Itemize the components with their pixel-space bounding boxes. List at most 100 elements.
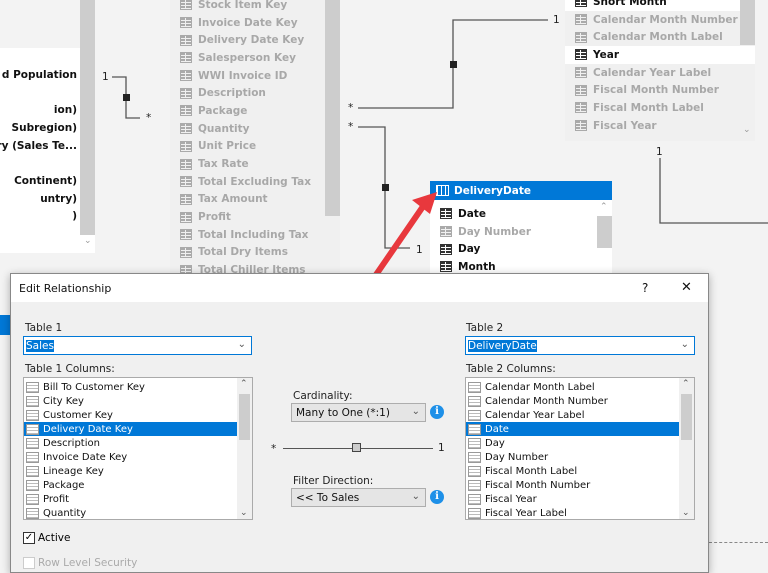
column-name: Lineage Key bbox=[43, 465, 104, 477]
column-name: Package bbox=[43, 479, 85, 491]
column-list-item[interactable]: Date bbox=[466, 422, 679, 436]
column-name: Day Number bbox=[485, 451, 549, 463]
filter-direction-icon bbox=[382, 184, 389, 191]
column-name: Fiscal Month Label bbox=[485, 465, 578, 477]
table-column-icon bbox=[26, 479, 39, 491]
column-list-item[interactable]: Fiscal Month Number bbox=[466, 478, 679, 492]
column-name: City Key bbox=[43, 395, 84, 407]
column-list-item[interactable]: Customer Key bbox=[24, 408, 237, 422]
card-one: 1 bbox=[102, 71, 109, 83]
column-list-item[interactable]: Calendar Month Number bbox=[466, 394, 679, 408]
blue-selection-edge bbox=[0, 315, 10, 335]
column-list-item[interactable]: Quantity bbox=[24, 506, 237, 519]
scroll-down-icon[interactable]: ⌄ bbox=[682, 508, 690, 518]
column-list-item[interactable]: Bill To Customer Key bbox=[24, 380, 237, 394]
scrollbar[interactable]: ⌃ ⌄ bbox=[237, 378, 252, 519]
chevron-down-icon: ⌄ bbox=[680, 339, 689, 350]
filter-direction-value: << To Sales bbox=[296, 491, 360, 504]
column-list-item[interactable]: Fiscal Year Label bbox=[466, 506, 679, 519]
table-column-icon bbox=[468, 493, 481, 505]
table-column-icon bbox=[468, 479, 481, 491]
table-column-icon bbox=[26, 465, 39, 477]
card-one: 1 bbox=[553, 14, 560, 26]
column-list-item[interactable]: Description bbox=[24, 436, 237, 450]
scroll-up-icon[interactable]: ⌃ bbox=[240, 379, 248, 389]
help-button[interactable]: ? bbox=[642, 281, 648, 295]
filter-direction-select[interactable]: << To Sales ⌄ bbox=[291, 488, 426, 507]
cardinality-select[interactable]: Many to One (*:1) ⌄ bbox=[291, 403, 426, 422]
scroll-up-icon[interactable]: ⌃ bbox=[682, 379, 690, 389]
table-column-icon bbox=[26, 507, 39, 519]
table-column-icon bbox=[468, 437, 481, 449]
column-list-item[interactable]: Fiscal Year bbox=[466, 492, 679, 506]
column-name: Day bbox=[485, 437, 505, 449]
chevron-down-icon: ⌄ bbox=[411, 406, 420, 417]
column-name: Calendar Year Label bbox=[485, 409, 585, 421]
column-list-item[interactable]: Delivery Date Key bbox=[24, 422, 237, 436]
column-name: Fiscal Year bbox=[485, 493, 537, 505]
column-list-item[interactable]: City Key bbox=[24, 394, 237, 408]
column-name: Bill To Customer Key bbox=[43, 381, 145, 393]
title-bar: Edit Relationship ? ✕ bbox=[11, 274, 708, 302]
column-name: Quantity bbox=[43, 507, 87, 519]
column-name: Description bbox=[43, 437, 100, 449]
dashed-divider bbox=[709, 542, 768, 543]
column-list-item[interactable]: Profit bbox=[24, 492, 237, 506]
table1-label: Table 1 bbox=[25, 322, 63, 334]
card-many: * bbox=[348, 102, 354, 114]
table-column-icon bbox=[468, 395, 481, 407]
info-icon[interactable]: i bbox=[430, 490, 444, 504]
table2-columns-list[interactable]: Calendar Month Label Calendar Month Numbe… bbox=[465, 377, 695, 520]
column-list-item[interactable]: Fiscal Month Label bbox=[466, 464, 679, 478]
scrollbar[interactable]: ⌃ ⌄ bbox=[679, 378, 694, 519]
table2-label: Table 2 bbox=[466, 322, 504, 334]
column-list-item[interactable]: Calendar Month Label bbox=[466, 380, 679, 394]
arrow-head bbox=[412, 192, 437, 214]
filter-direction-icon bbox=[123, 94, 130, 101]
active-checkbox[interactable]: ✓ Active bbox=[23, 532, 70, 544]
cardinality-one: 1 bbox=[438, 442, 445, 454]
row-level-security-checkbox[interactable]: Row Level Security bbox=[23, 557, 137, 569]
table1-value: Sales bbox=[26, 339, 54, 352]
column-list-item[interactable]: Lineage Key bbox=[24, 464, 237, 478]
table-column-icon bbox=[26, 395, 39, 407]
column-list-item[interactable]: Day bbox=[466, 436, 679, 450]
table2-value: DeliveryDate bbox=[468, 339, 537, 352]
chevron-down-icon: ⌄ bbox=[237, 339, 246, 350]
column-name: Calendar Month Label bbox=[485, 381, 595, 393]
column-list-item[interactable]: Package bbox=[24, 478, 237, 492]
card-one: 1 bbox=[656, 146, 663, 158]
edit-relationship-dialog: Edit Relationship ? ✕ Table 1 Sales ⌄ Tab… bbox=[10, 273, 709, 573]
active-label: Active bbox=[38, 532, 71, 544]
card-many: * bbox=[146, 112, 152, 124]
table1-columns-list[interactable]: Bill To Customer Key City Key Customer Key… bbox=[23, 377, 253, 520]
table-column-icon bbox=[26, 381, 39, 393]
checkmark-icon: ✓ bbox=[23, 532, 35, 544]
row-level-security-label: Row Level Security bbox=[38, 557, 138, 569]
card-one: 1 bbox=[416, 244, 423, 256]
filter-direction-label: Filter Direction: bbox=[293, 475, 374, 487]
column-list-item[interactable]: Day Number bbox=[466, 450, 679, 464]
close-button[interactable]: ✕ bbox=[681, 280, 692, 295]
column-list-item[interactable]: Invoice Date Key bbox=[24, 450, 237, 464]
table2-select[interactable]: DeliveryDate ⌄ bbox=[465, 336, 695, 355]
table-column-icon bbox=[468, 451, 481, 463]
table1-select[interactable]: Sales ⌄ bbox=[23, 336, 252, 355]
cardinality-many: * bbox=[271, 443, 277, 455]
column-name: Customer Key bbox=[43, 409, 113, 421]
table-column-icon bbox=[468, 423, 481, 435]
cardinality-label: Cardinality: bbox=[293, 390, 353, 402]
card-many: * bbox=[348, 121, 354, 133]
cardinality-value: Many to One (*:1) bbox=[296, 406, 390, 419]
dialog-title: Edit Relationship bbox=[19, 281, 112, 295]
column-list-item[interactable]: Calendar Year Label bbox=[466, 408, 679, 422]
cardinality-handle[interactable] bbox=[352, 443, 361, 452]
scroll-down-icon[interactable]: ⌄ bbox=[240, 508, 248, 518]
table-column-icon bbox=[468, 381, 481, 393]
info-icon[interactable]: i bbox=[430, 405, 444, 419]
column-name: Fiscal Year Label bbox=[485, 507, 567, 519]
table1-columns-label: Table 1 Columns: bbox=[25, 363, 115, 375]
table-column-icon bbox=[468, 465, 481, 477]
column-name: Date bbox=[485, 423, 509, 435]
table-column-icon bbox=[26, 409, 39, 421]
